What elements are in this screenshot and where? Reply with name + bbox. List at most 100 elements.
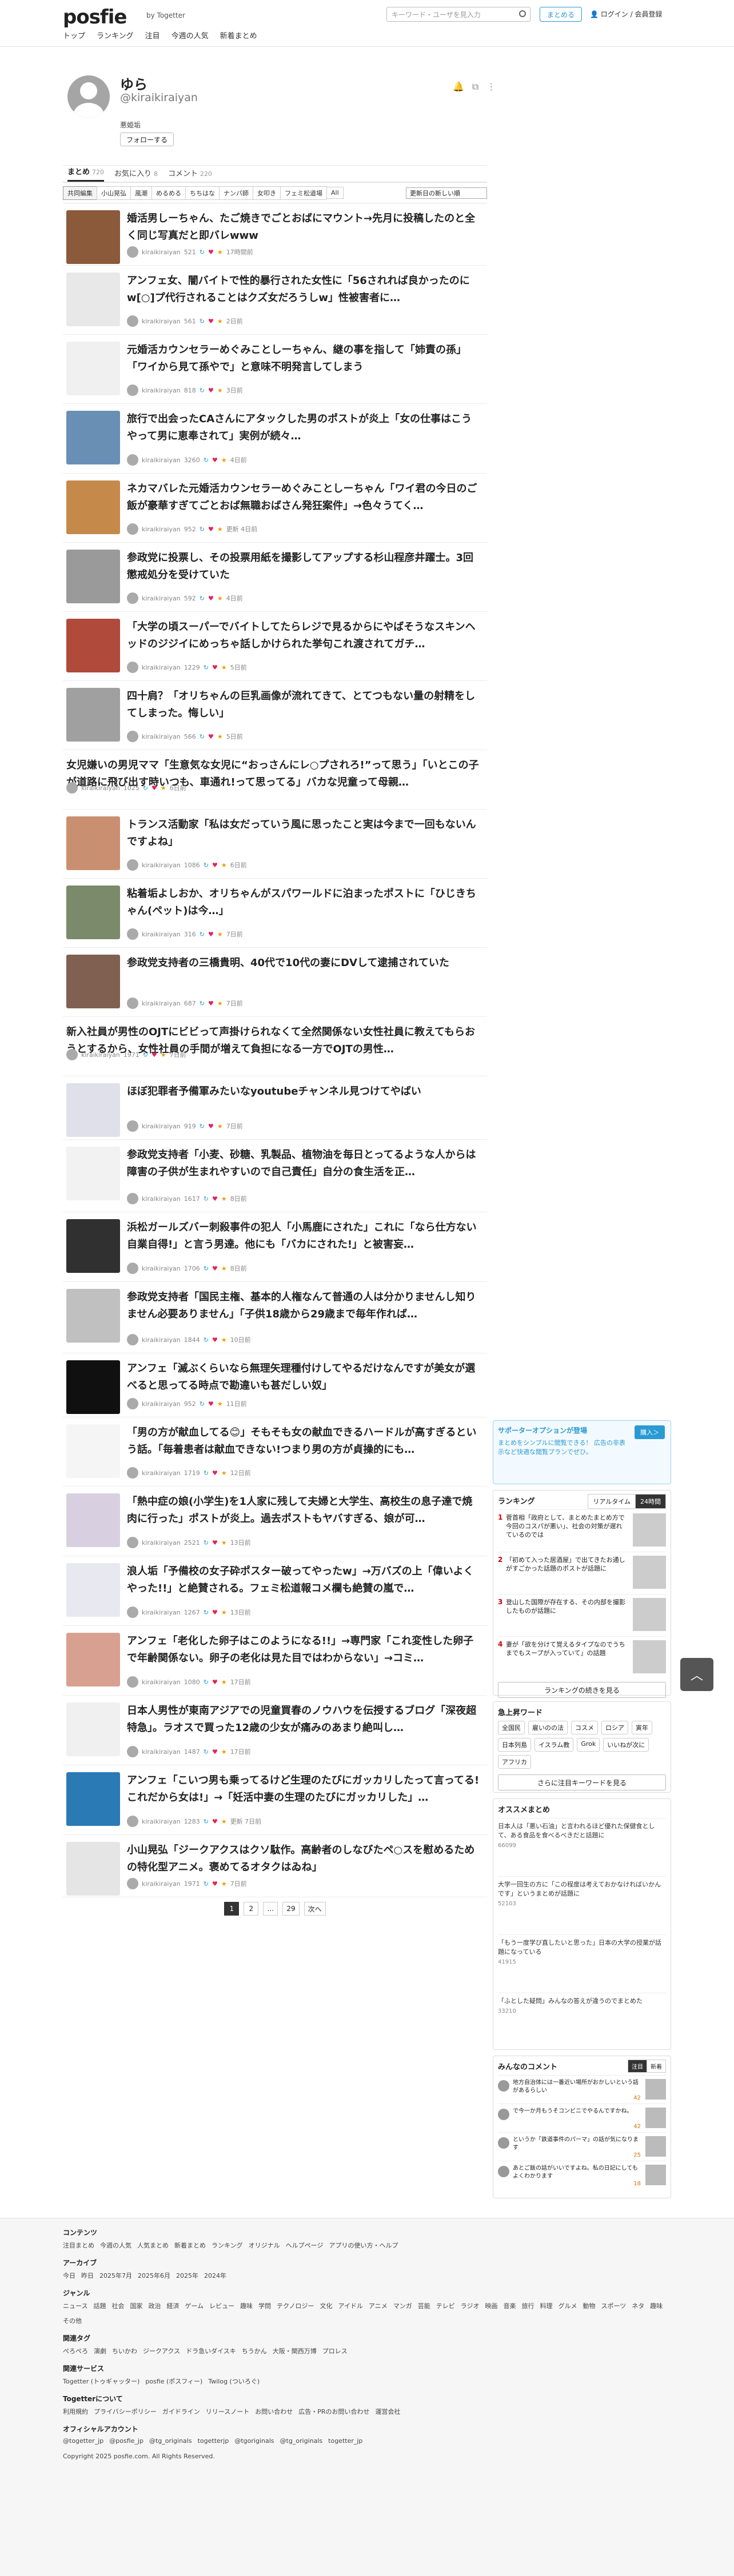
footer-link[interactable]: 人気まとめ	[137, 2241, 169, 2250]
item-thumbnail[interactable]	[66, 1563, 120, 1617]
ranking-tab[interactable]: 24時間	[635, 1494, 666, 1509]
item-user-avatar[interactable]	[127, 1676, 138, 1688]
footer-link[interactable]: 政治	[148, 2301, 161, 2310]
list-item[interactable]: ほぼ犯罪者予備軍みたいなyoutubeチャンネル見つけてやばい kiraikira…	[63, 1076, 487, 1140]
comment-tab[interactable]: 新着	[647, 2060, 666, 2073]
page-link[interactable]: 1	[224, 1902, 240, 1916]
footer-link[interactable]: 新着まとめ	[174, 2241, 206, 2250]
footer-link[interactable]: 大阪・関西万博	[273, 2346, 317, 2355]
item-user[interactable]: kiraikiraiyan	[142, 1400, 181, 1408]
item-user-avatar[interactable]	[127, 997, 138, 1009]
item-user-avatar[interactable]	[66, 782, 78, 794]
footer-link[interactable]: ちうかん	[242, 2346, 267, 2355]
item-user-avatar[interactable]	[127, 1193, 138, 1204]
footer-link[interactable]: ちいかわ	[112, 2346, 137, 2355]
tab-2[interactable]: コメント 220	[168, 167, 212, 182]
item-title[interactable]: ネカマバレた元婚活カウンセラーめぐみことしーちゃん「ワイ君の今日のご飯が豪華すぎ…	[127, 480, 481, 515]
list-item[interactable]: 新入社員が男性のOJTにビビって声掛けられなくて全然関係ない女性社員に教えてもら…	[63, 1017, 487, 1076]
item-user-avatar[interactable]	[127, 523, 138, 535]
item-thumbnail[interactable]	[66, 688, 120, 742]
footer-link[interactable]: お問い合わせ	[255, 2407, 293, 2416]
ranking-item[interactable]: 3 登山した国際が存在する、その内部を撮影したものが話題に	[498, 1594, 666, 1636]
item-user[interactable]: kiraikiraiyan	[142, 931, 181, 938]
item-thumbnail[interactable]	[66, 550, 120, 603]
item-user-avatar[interactable]	[127, 384, 138, 396]
item-user[interactable]: kiraikiraiyan	[142, 1539, 181, 1547]
item-user-avatar[interactable]	[127, 928, 138, 940]
back-to-top-button[interactable]: ︿	[680, 1658, 713, 1691]
item-user-avatar[interactable]	[127, 1537, 138, 1548]
item-thumbnail[interactable]	[66, 1360, 120, 1414]
item-user-avatar[interactable]	[127, 315, 138, 327]
footer-link[interactable]: togetter_jp	[328, 2437, 362, 2445]
nav-item[interactable]: 新着まとめ	[220, 30, 257, 41]
item-user-avatar[interactable]	[127, 1607, 138, 1618]
footer-link[interactable]: リリースノート	[206, 2407, 249, 2416]
item-thumbnail[interactable]	[66, 886, 120, 939]
list-item[interactable]: 日本人男性が東南アジアでの児童買春のノウハウを伝授するブログ「深夜超特急」。ラオ…	[63, 1696, 487, 1765]
footer-link[interactable]: テレビ	[436, 2301, 455, 2310]
footer-link[interactable]: 2024年	[204, 2271, 226, 2280]
recommend-item[interactable]: 大学一回生の方に「この程度は考えておかなければいかんです」というまとめが話題に 5…	[498, 1876, 666, 1934]
footer-link[interactable]: Twilog (ついろぐ)	[208, 2377, 260, 2386]
item-thumbnail[interactable]	[66, 619, 120, 672]
footer-link[interactable]: オリジナル	[249, 2241, 280, 2250]
bell-icon[interactable]: 🔔	[453, 81, 464, 93]
footer-link[interactable]: 広告・PRのお問い合わせ	[298, 2407, 369, 2416]
footer-link[interactable]: 文化	[320, 2301, 332, 2310]
list-item[interactable]: ネカマバレた元婚活カウンセラーめぐみことしーちゃん「ワイ君の今日のご飯が豪華すぎ…	[63, 474, 487, 543]
item-user-avatar[interactable]	[127, 662, 138, 673]
item-user[interactable]: kiraikiraiyan	[142, 526, 181, 533]
list-item[interactable]: 「男の方が献血してる😊」そもそも女の献血できるハードルが高すぎるという話。「毎着…	[63, 1417, 487, 1487]
item-title[interactable]: 旅行で出会ったCAさんにアタックした男のポストが炎上「女の仕事はこうやって男に恵…	[127, 411, 481, 445]
item-title[interactable]: アンフェ女、闇バイトで性的暴行された女性に「56されれば良かったのにw[○]プ代…	[127, 273, 481, 307]
item-title[interactable]: 参政党支持者の三橋貴明、40代で10代の妻にDVして逮捕されていた	[127, 955, 481, 972]
item-thumbnail[interactable]	[66, 342, 120, 395]
comment-item[interactable]: 地方自治体には一番近い場所がおかしいという話があるらしい 42	[498, 2075, 666, 2104]
supporter-buy-button[interactable]: 購入＞	[635, 1425, 665, 1439]
more-icon[interactable]: ⋮	[486, 81, 496, 93]
summarize-button[interactable]: まとめる	[540, 7, 582, 22]
item-user[interactable]: kiraikiraiyan	[142, 1469, 181, 1477]
footer-link[interactable]: posfie (ポスフィー)	[145, 2377, 202, 2386]
footer-link[interactable]: 社会	[111, 2301, 124, 2310]
keyword-chip[interactable]: イスラム教	[534, 1738, 574, 1752]
footer-link[interactable]: Togetter (トゥギャッター)	[63, 2377, 139, 2386]
footer-link[interactable]: スポーツ	[601, 2301, 626, 2310]
footer-link[interactable]: テクノロジー	[277, 2301, 314, 2310]
keyword-chip[interactable]: アフリカ	[498, 1755, 531, 1769]
ranking-item[interactable]: 4 妻が「欲を分けて覚えるタイプなのでうちまでもスープが入っていて」の話題	[498, 1636, 666, 1678]
item-user[interactable]: kiraikiraiyan	[142, 1123, 181, 1130]
item-thumbnail[interactable]	[66, 273, 120, 326]
ranking-more-button[interactable]: ランキングの続きを見る	[498, 1682, 666, 1698]
login-link[interactable]: 👤 ログイン / 会員登録	[590, 9, 662, 19]
footer-link[interactable]: グルメ	[558, 2301, 577, 2310]
footer-link[interactable]: 動物	[583, 2301, 595, 2310]
item-user-avatar[interactable]	[127, 246, 138, 258]
item-user[interactable]: kiraikiraiyan	[142, 456, 181, 464]
footer-link[interactable]: 注目まとめ	[63, 2241, 94, 2250]
item-user[interactable]: kiraikiraiyan	[81, 784, 120, 792]
item-title[interactable]: アンフェ「滅ぶくらいなら無理矢理種付けしてやるだけなんですが美女が選べると思って…	[127, 1360, 481, 1395]
item-thumbnail[interactable]	[66, 1842, 120, 1896]
keyword-chip[interactable]: いいねが次に	[603, 1738, 649, 1752]
item-thumbnail[interactable]	[66, 1147, 120, 1200]
item-thumbnail[interactable]	[66, 210, 120, 264]
footer-link[interactable]: 今日	[63, 2271, 75, 2280]
keyword-chip[interactable]: 日本列島	[498, 1738, 531, 1752]
link-icon[interactable]: ⧉	[472, 81, 478, 93]
footer-link[interactable]: 昨日	[81, 2271, 94, 2280]
item-user[interactable]: kiraikiraiyan	[142, 1609, 181, 1616]
ranking-item[interactable]: 1 菅首相「政府として、まとめたまとめ方で今回のコスパが悪い」、社会の対策が遅れて…	[498, 1509, 666, 1552]
list-item[interactable]: アンフェ「滅ぶくらいなら無理矢理種付けしてやるだけなんですが美女が選べると思って…	[63, 1353, 487, 1417]
item-user-avatar[interactable]	[127, 1120, 138, 1132]
recommend-item[interactable]: 「ふとした疑問」みんなの答えが違うのでまとめた 33210	[498, 1993, 666, 2051]
footer-link[interactable]: マンガ	[393, 2301, 412, 2310]
item-thumbnail[interactable]	[66, 411, 120, 464]
ranking-tab[interactable]: リアルタイム	[588, 1494, 636, 1509]
footer-link[interactable]: togetterjp	[198, 2437, 229, 2445]
footer-link[interactable]: 利用規約	[63, 2407, 88, 2416]
page-link[interactable]: …	[263, 1902, 278, 1916]
comment-item[interactable]: あとご飯の話がいいですよね。私の日記にしてもよくわかります 18	[498, 2161, 666, 2189]
footer-link[interactable]: 芸能	[418, 2301, 430, 2310]
